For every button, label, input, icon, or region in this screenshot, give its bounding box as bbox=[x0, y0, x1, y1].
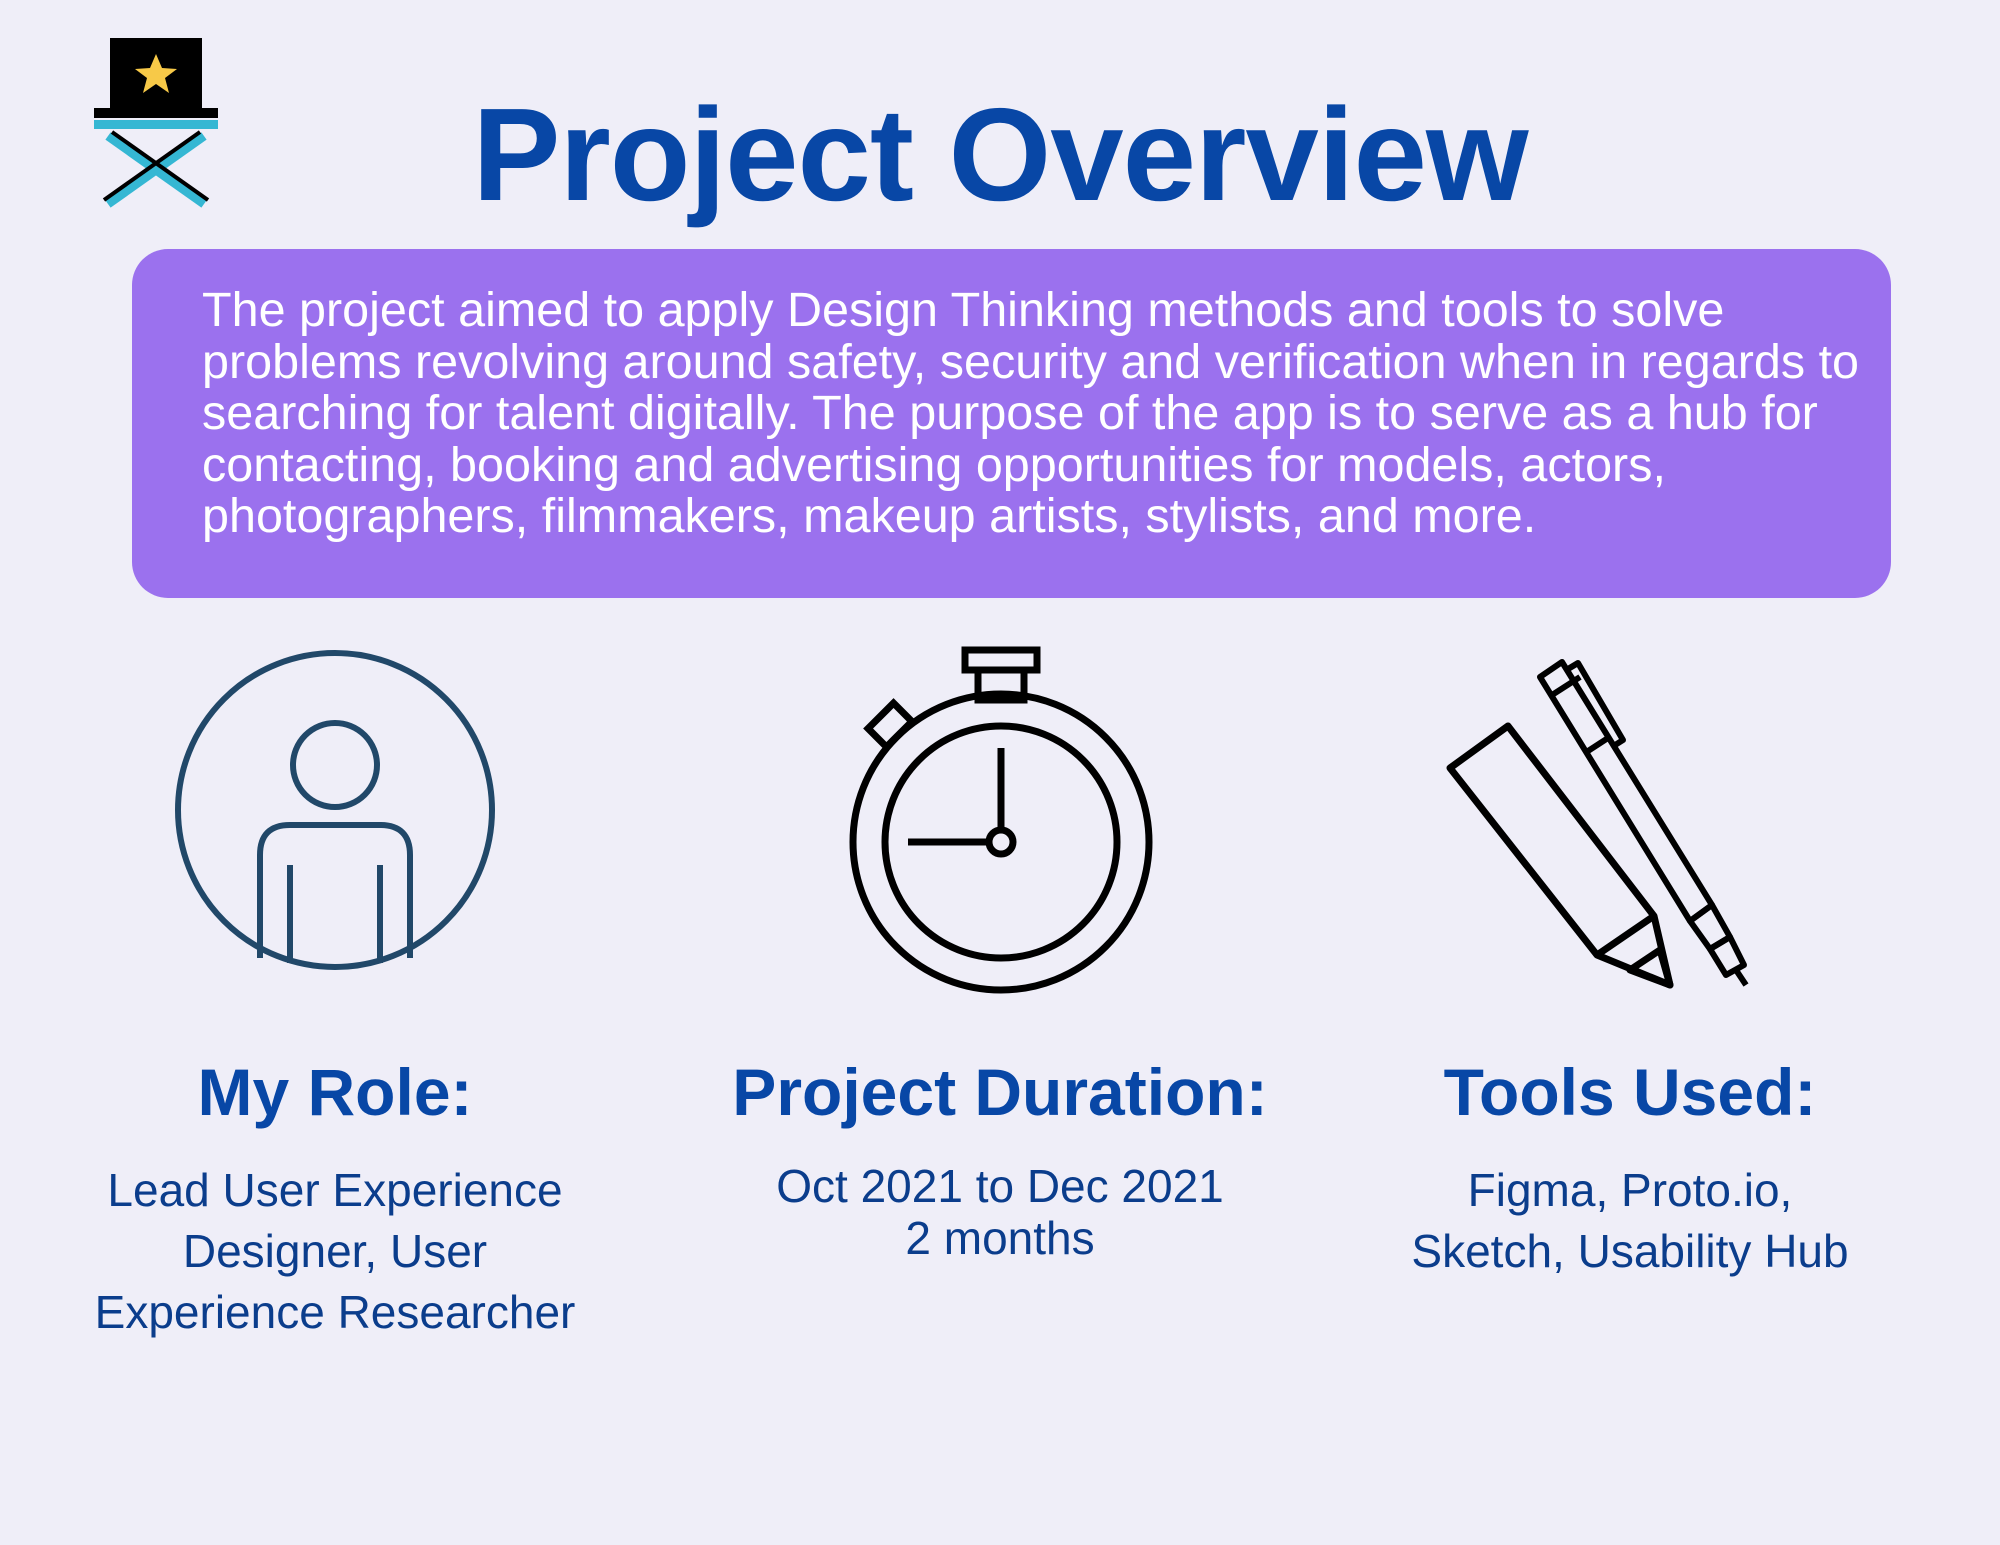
role-line: Experience Researcher bbox=[94, 1286, 576, 1338]
duration-line: Oct 2021 to Dec 2021 bbox=[776, 1160, 1224, 1212]
summary-box: The project aimed to apply Design Thinki… bbox=[132, 249, 1891, 598]
duration-heading: Project Duration: bbox=[732, 1055, 1268, 1129]
role-line: Designer, User bbox=[182, 1225, 488, 1277]
pen-and-marker-icon bbox=[1446, 659, 1749, 989]
duration-line: 2 months bbox=[905, 1212, 1095, 1264]
tools-description: Figma, Proto.io, Sketch, Usability Hub bbox=[1330, 1160, 1930, 1282]
person-icon bbox=[175, 650, 495, 970]
tools-heading: Tools Used: bbox=[1443, 1055, 1817, 1129]
stopwatch-icon bbox=[849, 646, 1153, 994]
tools-section: Tools Used: Figma, Proto.io, Sketch, Usa… bbox=[1330, 1052, 1930, 1282]
role-line: Lead User Experience bbox=[107, 1164, 563, 1216]
role-heading: My Role: bbox=[197, 1055, 473, 1129]
duration-description: Oct 2021 to Dec 2021 2 months bbox=[680, 1160, 1320, 1264]
tools-line: Sketch, Usability Hub bbox=[1411, 1225, 1849, 1277]
tools-line: Figma, Proto.io, bbox=[1467, 1164, 1793, 1216]
role-description: Lead User Experience Designer, User Expe… bbox=[35, 1160, 635, 1343]
summary-text: The project aimed to apply Design Thinki… bbox=[202, 283, 1860, 543]
role-section: My Role: Lead User Experience Designer, … bbox=[35, 1052, 635, 1343]
page-title: Project Overview bbox=[472, 81, 1528, 228]
duration-section: Project Duration: Oct 2021 to Dec 2021 2… bbox=[680, 1052, 1320, 1264]
